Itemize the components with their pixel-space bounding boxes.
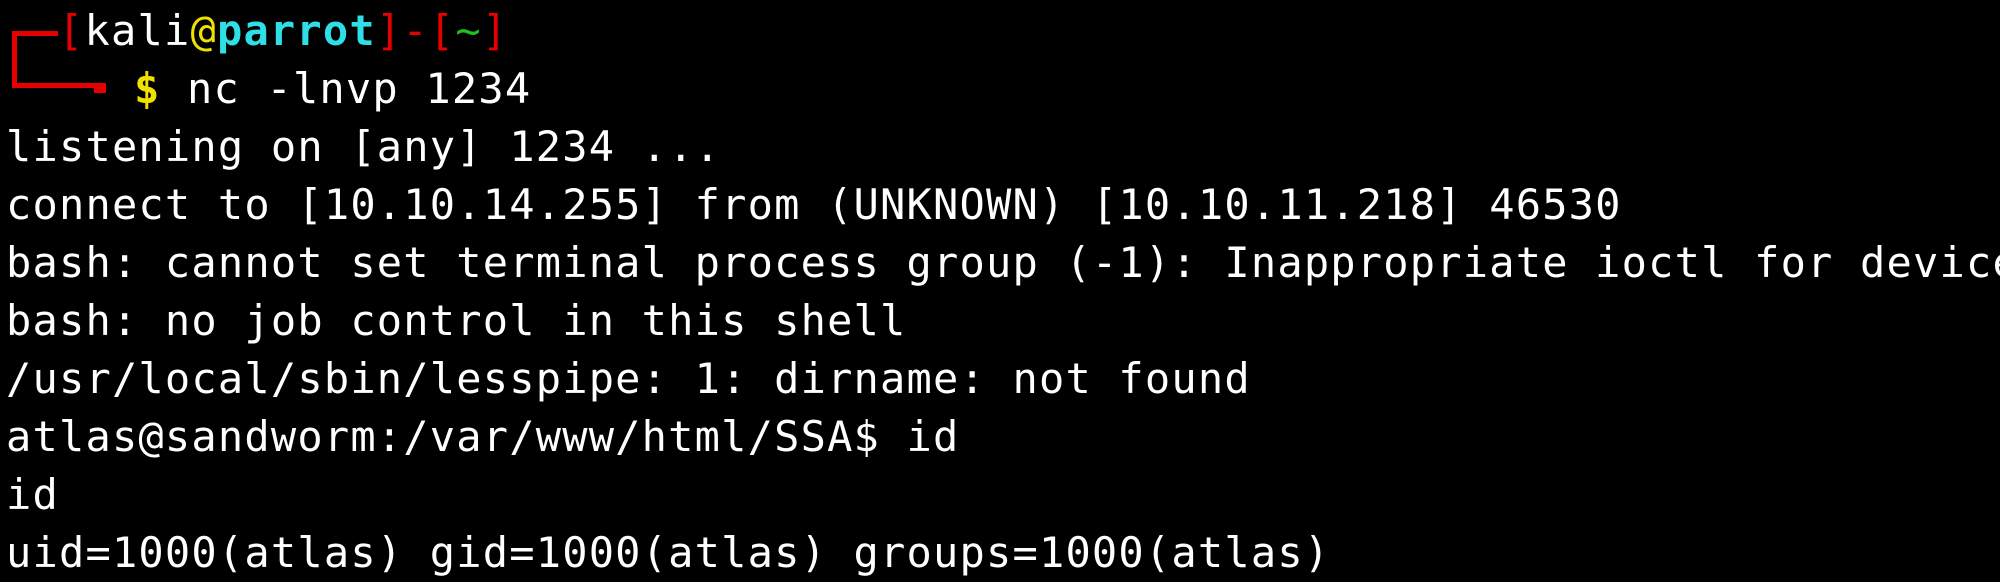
prompt-bracket-close: ] [375, 6, 403, 55]
prompt-dash: - [402, 6, 429, 55]
prompt-header: [kali@parrot]-[~] [58, 2, 508, 60]
output-line: listening on [any] 1234 ... [6, 122, 722, 171]
output-line: uid=1000(atlas) gid=1000(atlas) groups=1… [6, 528, 1331, 577]
output-line: bash: no job control in this shell [6, 296, 907, 345]
prompt-frame-arrow [94, 83, 106, 93]
prompt-command: nc -lnvp 1234 [187, 64, 532, 113]
output-line: bash: cannot set terminal process group … [6, 238, 2000, 287]
prompt-symbol: $ [134, 64, 161, 113]
prompt-dir-bracket-open: [ [428, 6, 456, 55]
terminal-window[interactable]: [kali@parrot]-[~] $ nc -lnvp 1234 listen… [0, 0, 2000, 579]
output-line: connect to [10.10.14.255] from (UNKNOWN)… [6, 180, 1622, 229]
prompt-at: @ [190, 6, 217, 55]
prompt-dir-bracket-close: ] [481, 6, 509, 55]
output-line: /usr/local/sbin/lesspipe: 1: dirname: no… [6, 354, 1251, 403]
output-line: atlas@sandworm:/var/www/html/SSA$ id [6, 412, 960, 461]
prompt-dir: ~ [455, 6, 482, 55]
prompt-host: parrot [216, 6, 376, 55]
prompt-command-line: $ nc -lnvp 1234 [134, 60, 531, 118]
output-line: id [6, 470, 59, 519]
prompt-user: kali [84, 6, 191, 55]
prompt-bracket-open: [ [58, 6, 85, 55]
